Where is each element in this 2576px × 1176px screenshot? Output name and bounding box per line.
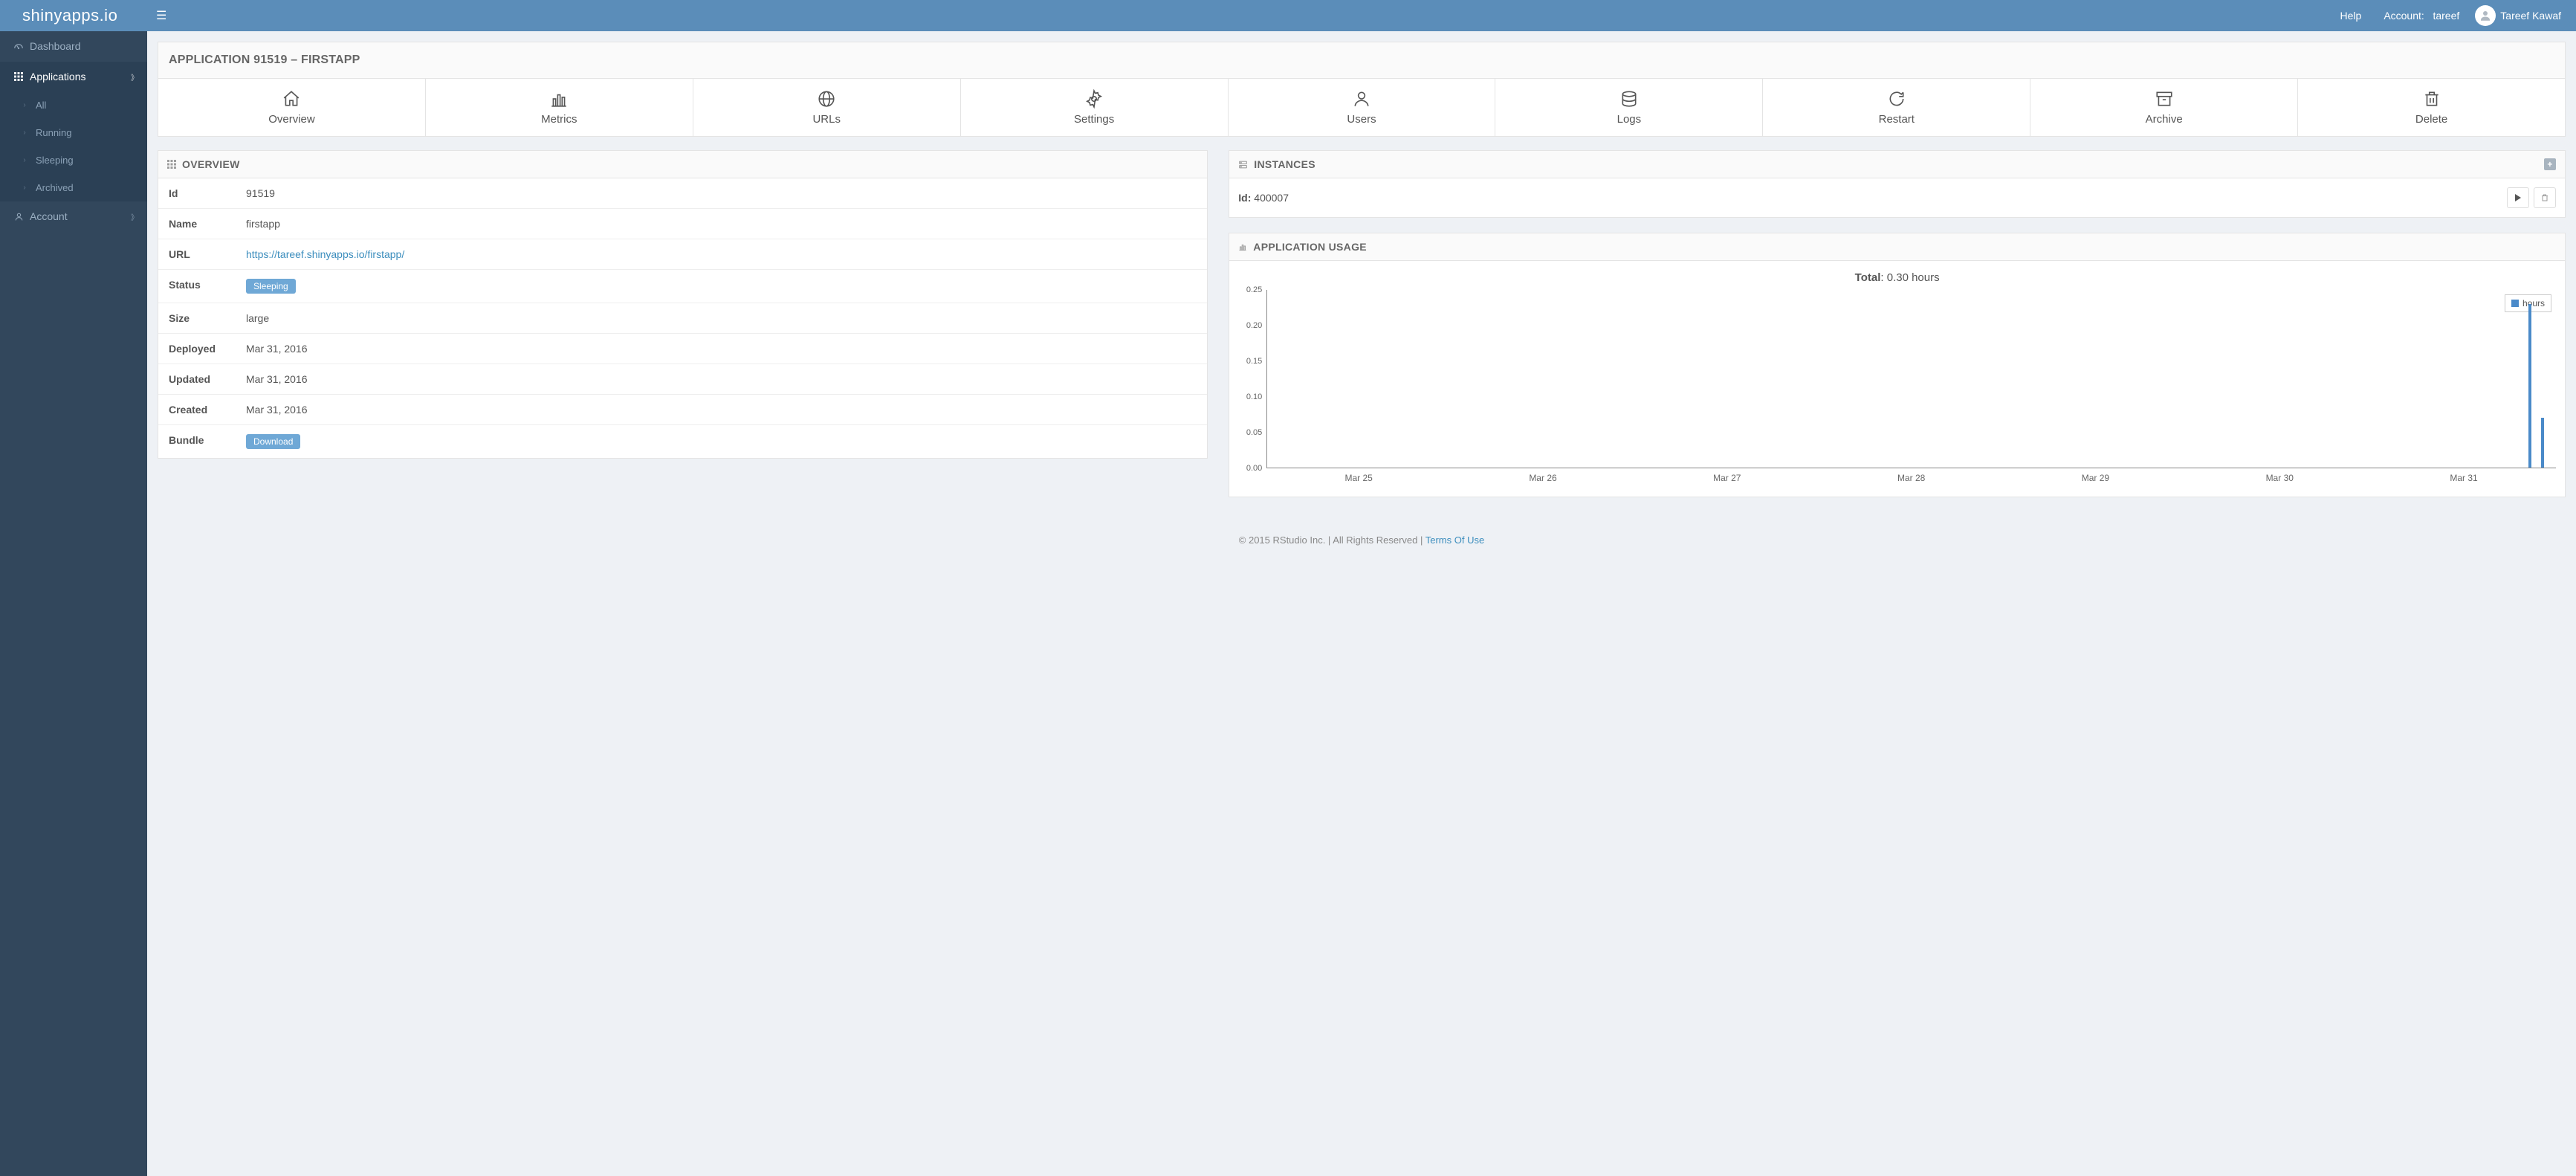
user-icon bbox=[2479, 9, 2492, 22]
user-icon bbox=[1229, 89, 1495, 110]
database-icon bbox=[1495, 89, 1762, 110]
sidebar-account-label: Account bbox=[30, 210, 68, 222]
usage-chart: Total: 0.30 hours 0.000.050.100.150.200.… bbox=[1229, 261, 2565, 497]
help-link[interactable]: Help bbox=[2329, 10, 2373, 22]
chart-y-axis: 0.000.050.100.150.200.25 bbox=[1238, 290, 1266, 468]
grid-icon bbox=[10, 72, 27, 81]
action-tabs: Overview Metrics URLs Settings Users Log… bbox=[158, 78, 2566, 137]
overview-row-bundle: Bundle Download bbox=[158, 425, 1207, 458]
overview-row-size: Size large bbox=[158, 303, 1207, 334]
usage-total-value: : 0.30 hours bbox=[1880, 271, 1939, 284]
chevron-icon: › bbox=[16, 156, 33, 164]
refresh-icon bbox=[1763, 89, 2030, 110]
instance-row: Id: 400007 bbox=[1229, 178, 2565, 217]
tab-archive[interactable]: Archive bbox=[2030, 79, 2298, 136]
footer-text: © 2015 RStudio Inc. | All Rights Reserve… bbox=[1239, 534, 1425, 546]
chevron-icon: › bbox=[16, 184, 33, 192]
footer: © 2015 RStudio Inc. | All Rights Reserve… bbox=[158, 512, 2566, 575]
overview-row-updated: Updated Mar 31, 2016 bbox=[158, 364, 1207, 395]
tab-metrics[interactable]: Metrics bbox=[426, 79, 693, 136]
globe-icon bbox=[693, 89, 960, 110]
chevron-icon: › bbox=[16, 101, 33, 109]
sidebar-item-account[interactable]: Account 》 bbox=[0, 201, 147, 231]
instances-heading: INSTANCES bbox=[1254, 158, 1315, 170]
sidebar-dashboard-label: Dashboard bbox=[30, 40, 81, 52]
avatar[interactable] bbox=[2475, 5, 2496, 26]
chevron-right-icon: 》 bbox=[131, 211, 138, 222]
tab-urls[interactable]: URLs bbox=[693, 79, 961, 136]
chart-icon bbox=[426, 89, 693, 110]
chart-x-axis: Mar 25Mar 26Mar 27Mar 28Mar 29Mar 30Mar … bbox=[1266, 468, 2556, 483]
sidebar-sub-sleeping[interactable]: › Sleeping bbox=[0, 146, 147, 174]
chart-plot: hours bbox=[1266, 290, 2556, 468]
sidebar-sub-archived[interactable]: › Archived bbox=[0, 174, 147, 201]
user-name[interactable]: Tareef Kawaf bbox=[2500, 10, 2576, 22]
account-label: Account: bbox=[2384, 10, 2424, 22]
overview-row-status: Status Sleeping bbox=[158, 270, 1207, 303]
usage-panel: APPLICATION USAGE Total: 0.30 hours 0.00… bbox=[1229, 233, 2566, 497]
tab-restart[interactable]: Restart bbox=[1763, 79, 2030, 136]
menu-toggle-icon[interactable]: ☰ bbox=[147, 8, 175, 23]
app-url-link[interactable]: https://tareef.shinyapps.io/firstapp/ bbox=[246, 248, 404, 260]
dashboard-icon bbox=[10, 41, 27, 51]
archive-icon bbox=[2030, 89, 2297, 110]
legend-swatch bbox=[2511, 300, 2519, 307]
delete-instance-button[interactable] bbox=[2534, 187, 2556, 208]
sidebar-item-dashboard[interactable]: Dashboard bbox=[0, 31, 147, 62]
brand-logo[interactable]: shinyapps.io bbox=[0, 6, 147, 25]
chevron-right-icon: 》 bbox=[131, 71, 138, 83]
terms-link[interactable]: Terms Of Use bbox=[1425, 534, 1484, 546]
usage-total-label: Total bbox=[1855, 271, 1881, 284]
overview-row-deployed: Deployed Mar 31, 2016 bbox=[158, 334, 1207, 364]
legend-label: hours bbox=[2522, 298, 2545, 308]
sidebar: Dashboard Applications 》 › All › Running… bbox=[0, 31, 147, 1176]
tab-delete[interactable]: Delete bbox=[2298, 79, 2565, 136]
usage-heading: APPLICATION USAGE bbox=[1253, 241, 1367, 253]
tab-users[interactable]: Users bbox=[1229, 79, 1496, 136]
overview-panel: OVERVIEW Id 91519 Name firstapp URL http… bbox=[158, 150, 1208, 459]
instances-panel: INSTANCES + Id: 400007 bbox=[1229, 150, 2566, 218]
overview-row-created: Created Mar 31, 2016 bbox=[158, 395, 1207, 425]
instance-id-label: Id: bbox=[1238, 192, 1251, 204]
topbar: shinyapps.io ☰ Help Account: tareef Tare… bbox=[0, 0, 2576, 31]
tab-logs[interactable]: Logs bbox=[1495, 79, 1763, 136]
overview-heading: OVERVIEW bbox=[182, 158, 240, 170]
trash-icon bbox=[2540, 193, 2549, 202]
account-switcher[interactable]: Account: tareef bbox=[2372, 10, 2470, 22]
tab-overview[interactable]: Overview bbox=[158, 79, 426, 136]
add-instance-button[interactable]: + bbox=[2544, 158, 2556, 170]
sidebar-sub-all[interactable]: › All bbox=[0, 91, 147, 119]
sidebar-item-applications[interactable]: Applications 》 bbox=[0, 62, 147, 91]
overview-row-name: Name firstapp bbox=[158, 209, 1207, 239]
gear-icon bbox=[961, 89, 1228, 110]
server-icon bbox=[1238, 160, 1248, 169]
sidebar-applications-label: Applications bbox=[30, 71, 86, 83]
overview-row-url: URL https://tareef.shinyapps.io/firstapp… bbox=[158, 239, 1207, 270]
trash-icon bbox=[2298, 89, 2565, 110]
chart-icon bbox=[1238, 242, 1247, 251]
instance-id-value: 400007 bbox=[1254, 192, 1289, 204]
play-icon bbox=[2514, 194, 2522, 201]
sidebar-sub-running[interactable]: › Running bbox=[0, 119, 147, 146]
download-button[interactable]: Download bbox=[246, 434, 300, 449]
grid-icon bbox=[167, 160, 176, 169]
page-title: APPLICATION 91519 – FIRSTAPP bbox=[158, 42, 2566, 78]
overview-row-id: Id 91519 bbox=[158, 178, 1207, 209]
tab-settings[interactable]: Settings bbox=[961, 79, 1229, 136]
user-icon bbox=[10, 212, 27, 222]
home-icon bbox=[158, 89, 425, 110]
play-instance-button[interactable] bbox=[2507, 187, 2529, 208]
chevron-icon: › bbox=[16, 129, 33, 137]
main-content: APPLICATION 91519 – FIRSTAPP Overview Me… bbox=[147, 31, 2576, 1176]
account-name: tareef bbox=[2433, 10, 2459, 22]
status-badge: Sleeping bbox=[246, 279, 296, 294]
